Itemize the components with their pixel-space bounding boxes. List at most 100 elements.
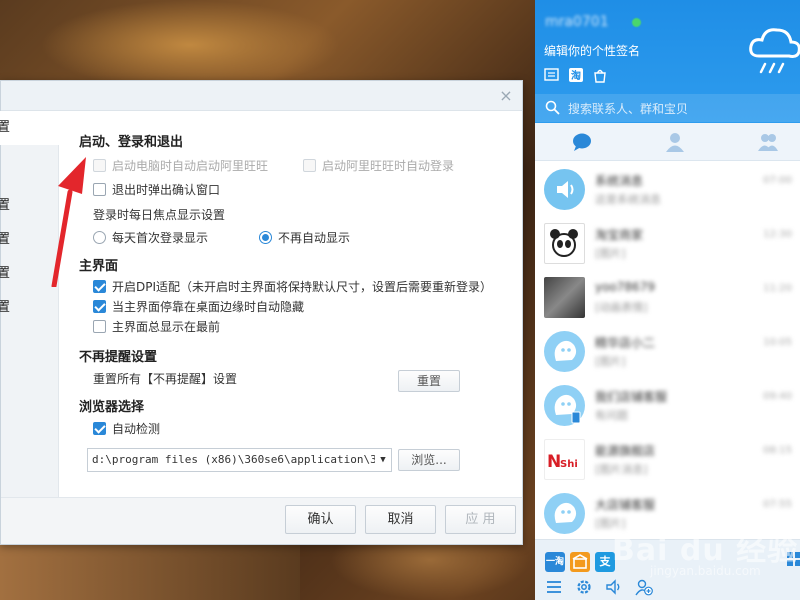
contact-name: yoo78679 — [595, 280, 655, 294]
svg-text:Shi: Shi — [560, 459, 578, 470]
contact-time: 07:55 — [763, 499, 792, 510]
focus-never-label: 不再自动显示 — [278, 231, 351, 245]
dialog-footer: 确认 取消 应 用 — [1, 497, 522, 544]
tab-groups-icon[interactable] — [757, 131, 779, 153]
auto-hide-checkbox[interactable] — [93, 300, 106, 313]
shop-app-icon[interactable] — [570, 552, 590, 572]
wangwang-face-icon — [554, 394, 581, 424]
contact-message: [动画表情] — [595, 301, 648, 314]
avatar — [544, 277, 585, 318]
wangwang-header: mra0701 编辑你的个性签名 淘 搜索联系人、群和宝贝 — [535, 0, 800, 123]
wangwang-face-icon — [554, 340, 577, 361]
list-item[interactable]: 淘宝商家 [图片] 12:30 — [535, 217, 800, 269]
contact-list: 系统消息 这是系统消息 07:00 淘宝商家 [图片] 12:30 yoo786… — [535, 161, 800, 539]
list-item[interactable]: 精华店小二 [图片] 10:05 — [535, 325, 800, 377]
apply-button[interactable]: 应 用 — [445, 505, 516, 534]
browser-path-select[interactable]: d:\program files (x86)\360se6\applicatio… — [87, 448, 392, 472]
close-icon[interactable]: × — [496, 86, 516, 106]
nav-item-5[interactable]: 置 — [0, 291, 59, 325]
contact-message: [图片] — [595, 247, 626, 260]
auto-detect-label: 自动检测 — [112, 422, 161, 436]
section-title-browser: 浏览器选择 — [79, 400, 145, 415]
always-top-label: 主界面总显示在最前 — [112, 320, 221, 334]
browse-button[interactable]: 浏览... — [398, 449, 460, 471]
list-item[interactable]: yoo78679 [动画表情] 11:20 — [535, 271, 800, 323]
always-top-row[interactable]: 主界面总显示在最前 — [93, 318, 220, 335]
weather-rain-icon[interactable] — [747, 22, 800, 78]
volume-icon[interactable] — [605, 578, 623, 596]
tab-contacts-icon[interactable] — [664, 131, 686, 153]
search-placeholder: 搜索联系人、群和宝贝 — [568, 102, 689, 116]
menu-icon[interactable] — [545, 578, 563, 596]
avatar — [544, 223, 585, 264]
taobao-icon[interactable]: 淘 — [568, 67, 584, 83]
auto-start-label: 启动电脑时自动启动阿里旺旺 — [112, 159, 269, 173]
add-contact-icon[interactable] — [635, 578, 653, 596]
tab-recent-chat-icon[interactable] — [571, 131, 593, 153]
chevron-down-icon[interactable]: ▼ — [375, 449, 391, 471]
contact-message: 这是系统消息 — [595, 193, 661, 206]
exit-confirm-row[interactable]: 退出时弹出确认窗口 — [93, 181, 220, 198]
auto-detect-row[interactable]: 自动检测 — [93, 420, 160, 437]
store-icon — [572, 554, 588, 569]
auto-login-row[interactable]: 启动阿里旺旺时自动登录 — [303, 157, 454, 174]
profile-card-icon[interactable] — [544, 67, 560, 83]
avatar — [544, 169, 585, 210]
avatar: N Shi — [544, 439, 585, 480]
cancel-button[interactable]: 取消 — [365, 505, 436, 534]
online-status-icon[interactable] — [632, 18, 641, 27]
dpi-label: 开启DPI适配（未开启时主界面将保持默认尺寸，设置后需要重新登录） — [112, 280, 493, 294]
contact-time: 07:00 — [763, 175, 792, 186]
yitao-app-icon[interactable]: 一淘 — [545, 552, 565, 572]
contact-time: 09:40 — [763, 391, 792, 402]
contact-message: [图片消息] — [595, 463, 648, 476]
gear-icon[interactable] — [575, 578, 593, 596]
auto-hide-label: 当主界面停靠在桌面边缘时自动隐藏 — [112, 300, 305, 314]
auto-start-row[interactable]: 启动电脑时自动启动阿里旺旺 — [93, 157, 268, 174]
ok-button[interactable]: 确认 — [285, 505, 356, 534]
auto-detect-checkbox[interactable] — [93, 422, 106, 435]
red-arrow-icon — [51, 157, 86, 287]
contact-message: 有问题 — [595, 409, 628, 422]
always-top-checkbox[interactable] — [93, 320, 106, 333]
baidu-watermark: Bai du 经验 — [612, 533, 799, 568]
bag-icon[interactable] — [592, 67, 608, 83]
avatar — [544, 331, 585, 372]
focus-first-row[interactable]: 每天首次登录显示 — [93, 229, 208, 246]
reset-button[interactable]: 重置 — [398, 370, 460, 392]
panda-icon — [550, 229, 578, 257]
contact-name: 淘宝商家 — [595, 228, 644, 242]
wangwang-tabs — [535, 123, 800, 161]
list-item[interactable]: 我们店铺客服 有问题 09:40 — [535, 379, 800, 431]
shop-logo-icon: N Shi — [547, 452, 578, 472]
list-item[interactable]: N Shi 能源旗舰店 [图片消息] 08:15 — [535, 433, 800, 485]
dpi-row[interactable]: 开启DPI适配（未开启时主界面将保持默认尺寸，设置后需要重新登录） — [93, 278, 492, 295]
signature[interactable]: 编辑你的个性签名 — [544, 42, 640, 59]
search-icon — [545, 100, 560, 115]
focus-setting-label: 登录时每日焦点显示设置 — [93, 208, 226, 222]
section-title-reminder: 不再提醒设置 — [79, 350, 158, 365]
contact-name: 系统消息 — [595, 174, 644, 188]
speaker-icon — [557, 181, 574, 198]
auto-login-label: 启动阿里旺旺时自动登录 — [322, 159, 455, 173]
wangwang-panel: mra0701 编辑你的个性签名 淘 搜索联系人、群和宝贝 系统消息 这是系统消… — [535, 0, 800, 600]
contact-name: 大店铺客服 — [595, 498, 656, 512]
contact-search[interactable]: 搜索联系人、群和宝贝 — [535, 94, 800, 122]
contact-time: 10:05 — [763, 337, 792, 348]
contact-name: 我们店铺客服 — [595, 390, 668, 404]
reset-reminder-label: 重置所有【不再提醒】设置 — [93, 372, 238, 386]
nav-item-1[interactable]: 置 — [0, 111, 59, 145]
settings-dialog: × 置 置 置 置 置 启动、登录和退出 启动电脑时自动启动阿里旺旺 启动阿里旺… — [0, 80, 523, 545]
section-title-startup: 启动、登录和退出 — [79, 135, 184, 150]
contact-message: [图片] — [595, 355, 626, 368]
auto-hide-row[interactable]: 当主界面停靠在桌面边缘时自动隐藏 — [93, 298, 304, 315]
contact-time: 11:20 — [763, 283, 792, 294]
settings-content: 启动、登录和退出 启动电脑时自动启动阿里旺旺 启动阿里旺旺时自动登录 退出时弹出… — [79, 111, 514, 499]
focus-never-row[interactable]: 不再自动显示 — [259, 229, 350, 246]
auto-login-checkbox[interactable] — [303, 159, 316, 172]
contact-time: 12:30 — [763, 229, 792, 240]
focus-never-radio[interactable] — [259, 231, 272, 244]
list-item[interactable]: 系统消息 这是系统消息 07:00 — [535, 163, 800, 215]
dialog-titlebar[interactable]: × — [1, 81, 522, 111]
username[interactable]: mra0701 — [545, 14, 609, 30]
